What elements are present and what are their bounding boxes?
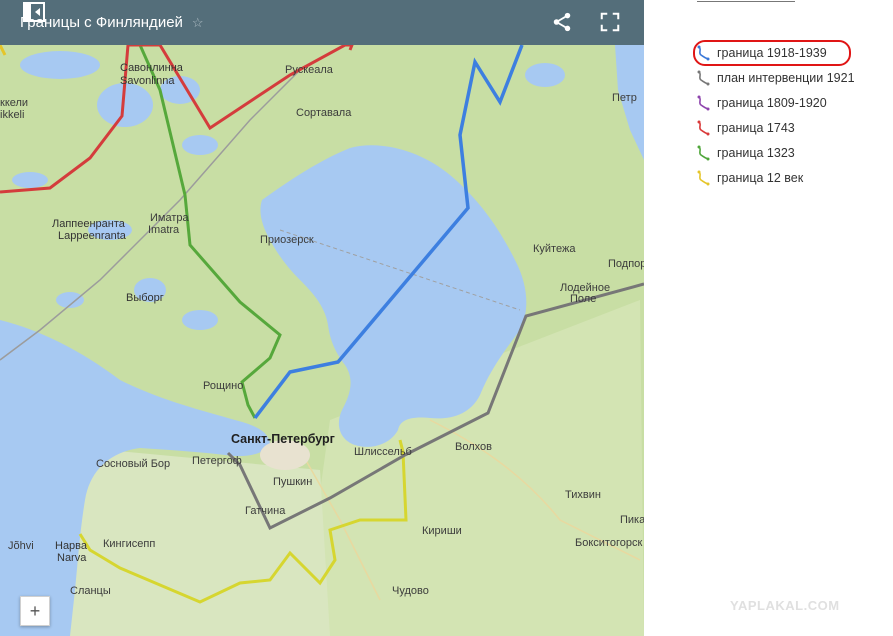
label-slantsy: Сланцы xyxy=(70,585,111,597)
label-kkeli: ккели xyxy=(0,97,29,109)
label-kingisepp: Кингисепп xyxy=(103,538,156,550)
line-icon xyxy=(697,170,710,185)
label-lappeenranta-fi: Lappeenranta xyxy=(58,230,126,242)
legend-label: план интервенции 1921 xyxy=(717,70,855,85)
label-johvi: Jõhvi xyxy=(8,540,34,552)
label-sortavala: Сортавала xyxy=(296,107,352,119)
label-volkhov: Волхов xyxy=(455,441,492,453)
line-icon xyxy=(697,70,710,85)
line-icon xyxy=(697,145,710,160)
label-petr: Петр xyxy=(612,92,637,104)
fullscreen-icon[interactable] xyxy=(599,11,621,33)
legend-label: граница 1809-1920 xyxy=(717,95,827,110)
label-pole: Поле xyxy=(570,293,597,305)
label-ruskeala: Рускеала xyxy=(285,64,333,76)
label-chudovo: Чудово xyxy=(392,585,429,597)
label-imatra-fi: Imatra xyxy=(148,224,180,236)
highlight-circle xyxy=(693,40,851,66)
label-imatra: Иматра xyxy=(150,212,189,224)
label-pushkin: Пушкин xyxy=(273,476,313,488)
label-boksitogorsk: Бокситогорск xyxy=(575,537,643,549)
label-petergof: Петергоф xyxy=(192,455,242,467)
label-ikkeli: ikkeli xyxy=(0,109,25,121)
line-icon xyxy=(697,120,710,135)
label-spb: Санкт-Петербург xyxy=(231,432,335,446)
label-podpor: Подпор xyxy=(608,258,644,270)
legend-item-1323[interactable]: граница 1323 xyxy=(696,140,855,165)
legend-item-1921[interactable]: план интервенции 1921 xyxy=(696,65,855,90)
top-divider xyxy=(697,0,795,2)
legend-label: граница 1743 xyxy=(717,120,795,135)
legend-label: граница 12 век xyxy=(717,170,804,185)
legend-item-1809-1920[interactable]: граница 1809-1920 xyxy=(696,90,855,115)
label-pikal: Пикал xyxy=(620,514,644,526)
label-sosnovy-bor: Сосновый Бор xyxy=(96,458,171,470)
label-narva-fi: Narva xyxy=(57,552,87,564)
map-header: Границы с Финляндией ☆ xyxy=(0,0,644,45)
label-priozersk: Приозерск xyxy=(260,234,314,246)
map-canvas[interactable]: Савонлинна Savonlinna Рускеала ккели ikk… xyxy=(0,0,644,636)
label-tikhvin: Тихвин xyxy=(565,489,601,501)
legend-item-12-century[interactable]: граница 12 век xyxy=(696,165,855,190)
label-gatchina: Гатчина xyxy=(245,505,286,517)
label-shlisselburg: Шлиссельб xyxy=(354,446,412,458)
label-kuitezha: Куйтежа xyxy=(533,243,576,255)
label-roshchino: Рощино xyxy=(203,380,244,392)
map-svg xyxy=(0,0,644,636)
label-savonlinna-fi: Savonlinna xyxy=(120,75,175,87)
zoom-in-button[interactable]: + xyxy=(20,596,50,626)
legend-label: граница 1323 xyxy=(717,145,795,160)
label-kirishi: Кириши xyxy=(422,525,462,537)
watermark: YAPLAKAL.COM xyxy=(730,598,840,613)
sidebar-toggle-icon[interactable] xyxy=(22,0,46,24)
share-icon[interactable] xyxy=(551,11,573,33)
label-narva: Нарва xyxy=(55,540,88,552)
label-savonlinna: Савонлинна xyxy=(120,62,183,74)
label-vyborg: Выборг xyxy=(126,292,164,304)
label-lappeenranta: Лаппеенранта xyxy=(52,218,125,230)
star-icon[interactable]: ☆ xyxy=(192,15,204,31)
line-icon xyxy=(697,95,710,110)
legend-item-1743[interactable]: граница 1743 xyxy=(696,115,855,140)
